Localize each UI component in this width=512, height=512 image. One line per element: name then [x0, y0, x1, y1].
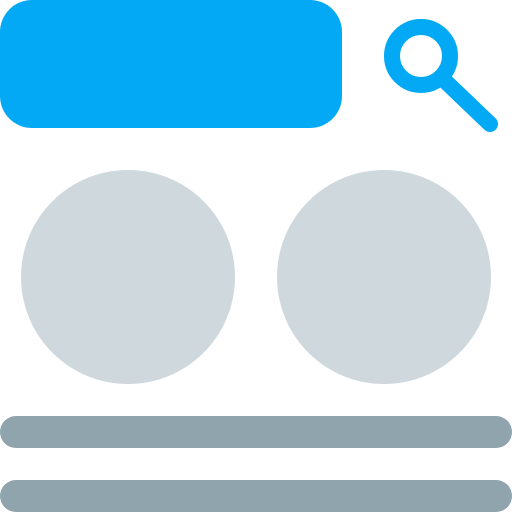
text-line-placeholder-2 [0, 480, 512, 512]
search-icon[interactable] [376, 14, 512, 150]
wireframe-canvas [0, 0, 512, 512]
search-input[interactable] [0, 0, 342, 128]
magnifier-handle [436, 72, 498, 132]
search-icon-graphic [384, 19, 498, 132]
avatar-placeholder-right [277, 170, 491, 384]
text-line-placeholder-1 [0, 416, 512, 448]
avatar-placeholder-left [21, 170, 235, 384]
